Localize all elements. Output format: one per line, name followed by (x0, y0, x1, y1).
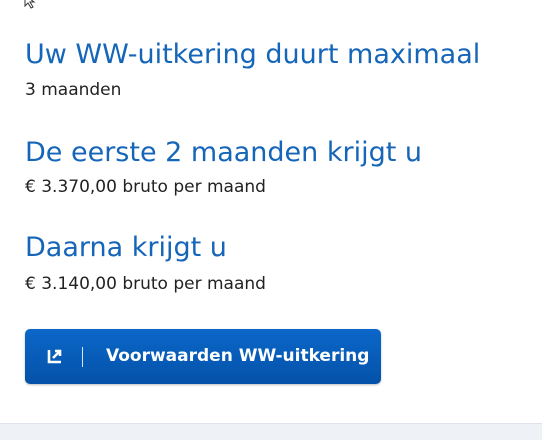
first-period-heading: De eerste 2 maanden krijgt u (25, 137, 423, 168)
conditions-link-button[interactable]: Voorwaarden WW-uitkering (25, 329, 381, 384)
ww-result-card: Uw WW-uitkering duurt maximaal 3 maanden… (0, 0, 542, 424)
button-divider (82, 347, 83, 367)
after-period-heading: Daarna krijgt u (25, 232, 227, 263)
after-period-amount: € 3.140,00 bruto per maand (25, 274, 266, 294)
duration-value: 3 maanden (25, 80, 122, 100)
duration-heading: Uw WW-uitkering duurt maximaal (25, 39, 481, 70)
external-link-icon (47, 348, 63, 364)
conditions-button-label: Voorwaarden WW-uitkering (106, 346, 370, 366)
first-period-amount: € 3.370,00 bruto per maand (25, 177, 266, 197)
mouse-cursor-icon (23, 0, 41, 9)
